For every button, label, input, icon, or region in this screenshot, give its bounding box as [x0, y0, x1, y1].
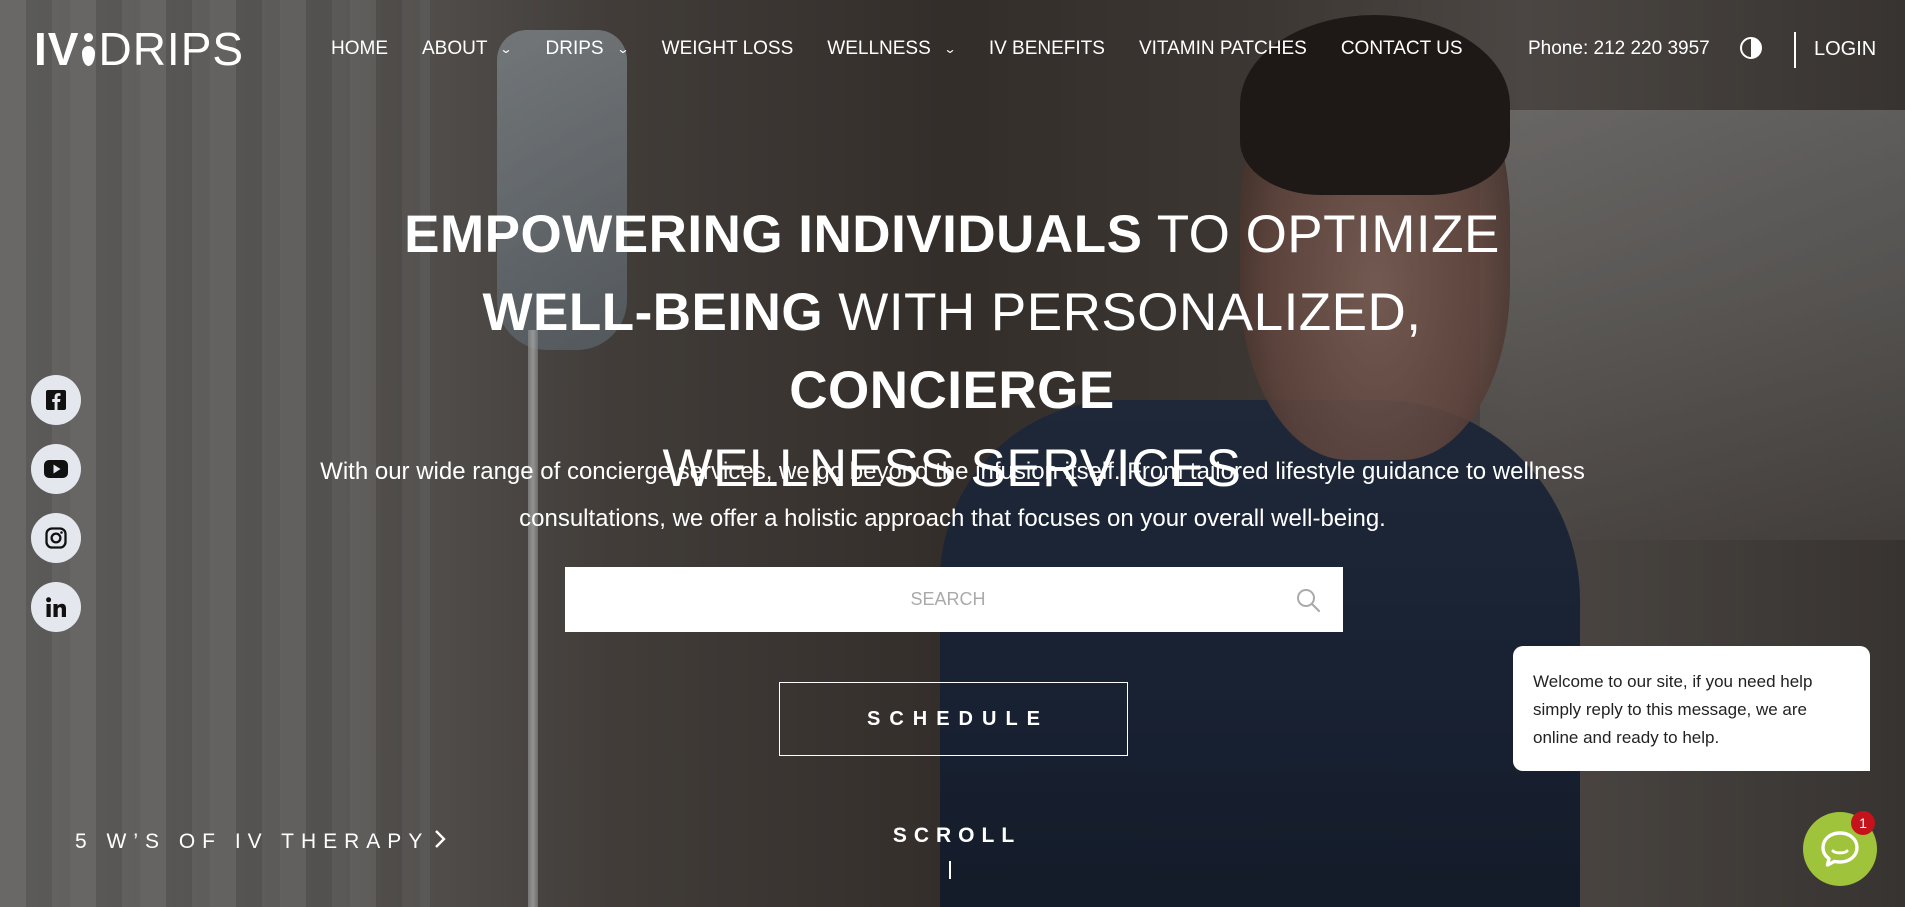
nav-label: HOME [331, 38, 388, 59]
scroll-indicator-label[interactable]: SCROLL [860, 824, 1047, 848]
phone-link[interactable]: Phone: 212 220 3957 [1528, 38, 1710, 60]
hero-title-bold-1: EMPOWERING INDIVIDUALS [404, 205, 1143, 264]
search-icon[interactable] [1273, 567, 1343, 632]
logo-text-iv: IV [34, 23, 80, 75]
login-link[interactable]: LOGIN [1814, 38, 1876, 61]
nav-label: VITAMIN PATCHES [1138, 38, 1307, 59]
hero-title-light-2: WITH PERSONALIZED, [823, 283, 1422, 342]
nav-label: WELLNESS [827, 38, 931, 59]
nav-item-wellness[interactable]: WELLNESS ⌄ [827, 38, 957, 60]
hero-title-bold-2: WELL-BEING [482, 283, 824, 342]
chat-welcome-message[interactable]: Welcome to our site, if you need help si… [1513, 646, 1870, 771]
five-ws-label: 5 W’S OF IV THERAPY [75, 830, 430, 853]
schedule-button[interactable]: SCHEDULE [779, 682, 1128, 756]
logo-drop-icon [82, 32, 96, 66]
nav-item-home[interactable]: HOME [331, 38, 388, 60]
linkedin-icon[interactable] [31, 582, 81, 632]
scroll-indicator-line [949, 861, 951, 879]
header-divider [1794, 32, 1796, 68]
logo-text-drips: DRIPS [98, 23, 245, 75]
search-input[interactable] [565, 566, 1273, 633]
nav-item-drips[interactable]: DRIPS ⌄ [545, 38, 630, 60]
chevron-down-icon: ⌄ [943, 42, 957, 56]
site-header: IV DRIPS HOME ABOUT ⌄ DRIPS ⌄ WEIGHT LOSS … [0, 0, 1905, 100]
nav-label: CONTACT US [1340, 38, 1463, 59]
chevron-right-icon [433, 828, 447, 856]
nav-item-weight-loss[interactable]: WEIGHT LOSS [662, 38, 794, 60]
nav-item-about[interactable]: ABOUT ⌄ [422, 38, 514, 60]
chat-bubble-icon [1821, 831, 1859, 867]
nav-item-contact-us[interactable]: CONTACT US [1341, 38, 1463, 60]
chat-unread-badge: 1 [1851, 811, 1875, 835]
search-bar [565, 566, 1343, 633]
main-nav: HOME ABOUT ⌄ DRIPS ⌄ WEIGHT LOSS WELLNESS ⌄… [331, 38, 1497, 60]
youtube-icon[interactable] [31, 444, 81, 494]
facebook-icon[interactable] [31, 375, 81, 425]
hero-title-bold-3: CONCIERGE [789, 361, 1115, 420]
hero-subtitle: With our wide range of concierge service… [320, 458, 1585, 532]
chevron-down-icon: ⌄ [616, 42, 630, 56]
site-logo[interactable]: IV DRIPS [34, 26, 244, 72]
nav-label: IV BENEFITS [988, 38, 1105, 59]
nav-item-vitamin-patches[interactable]: VITAMIN PATCHES [1139, 38, 1307, 60]
nav-label: DRIPS [545, 38, 604, 59]
contrast-icon[interactable] [1740, 37, 1762, 59]
chevron-down-icon: ⌄ [499, 42, 514, 56]
nav-item-iv-benefits[interactable]: IV BENEFITS [989, 38, 1105, 60]
nav-label: ABOUT [422, 38, 488, 59]
instagram-icon[interactable] [31, 513, 81, 563]
hero-title-light-1: TO OPTIMIZE [1142, 205, 1500, 264]
five-ws-link[interactable]: 5 W’S OF IV THERAPY [75, 828, 447, 856]
nav-label: WEIGHT LOSS [661, 38, 794, 59]
